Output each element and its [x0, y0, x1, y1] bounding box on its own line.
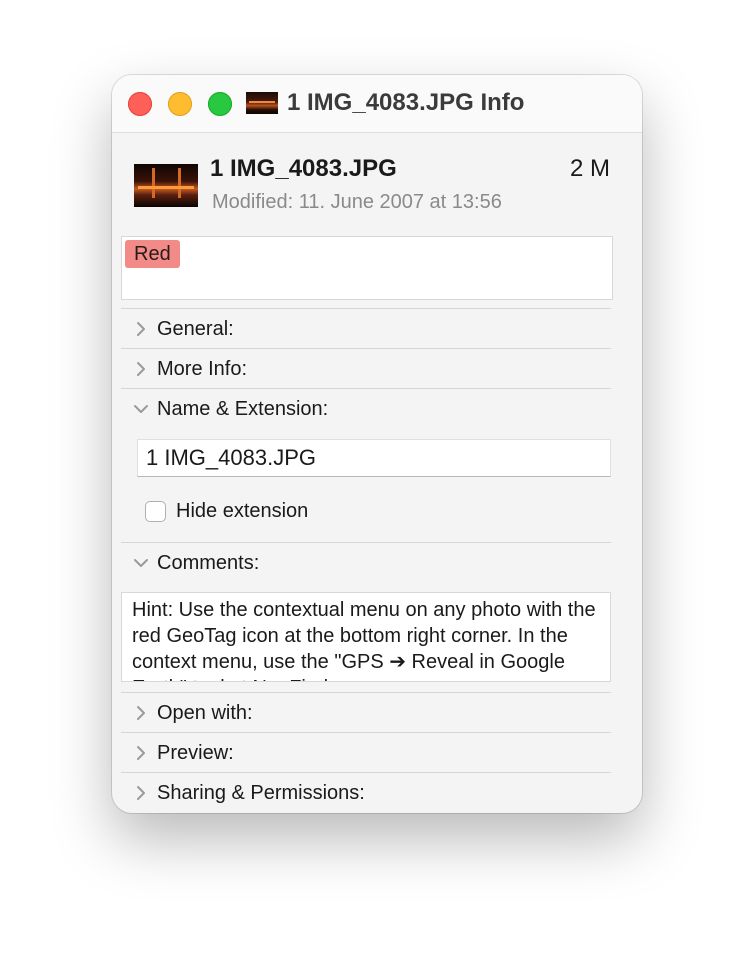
section-sharing-permissions[interactable]: Sharing & Permissions: — [121, 774, 611, 812]
tags-field[interactable]: Red — [121, 236, 613, 300]
file-thumbnail — [134, 164, 198, 207]
section-open-with-label: Open with: — [157, 702, 253, 724]
section-general-label: General: — [157, 318, 234, 340]
section-comments-label: Comments: — [157, 552, 260, 574]
divider — [121, 388, 611, 389]
comments-textarea[interactable]: Hint: Use the contextual menu on any pho… — [121, 592, 611, 682]
chevron-down-icon[interactable] — [132, 554, 150, 572]
zoom-button[interactable] — [208, 92, 232, 116]
window-title: 1 IMG_4083.JPG Info — [287, 89, 525, 116]
section-sharing-label: Sharing & Permissions: — [157, 782, 365, 804]
info-window: 1 IMG_4083.JPG Info 1 IMG_4083.JPG 2 M M… — [112, 75, 642, 813]
section-open-with[interactable]: Open with: — [121, 694, 611, 732]
close-button[interactable] — [128, 92, 152, 116]
chevron-down-icon[interactable] — [132, 400, 150, 418]
section-preview[interactable]: Preview: — [121, 734, 611, 772]
section-general[interactable]: General: — [121, 310, 611, 348]
section-name-extension-label: Name & Extension: — [157, 398, 329, 420]
divider — [121, 308, 611, 309]
hide-extension-checkbox[interactable] — [145, 501, 166, 522]
file-proxy-icon[interactable] — [246, 92, 278, 114]
divider — [121, 348, 611, 349]
chevron-right-icon[interactable] — [132, 744, 150, 762]
chevron-right-icon[interactable] — [132, 320, 150, 338]
section-more-info-label: More Info: — [157, 358, 248, 380]
chevron-right-icon[interactable] — [132, 784, 150, 802]
divider — [121, 542, 611, 543]
file-name: 1 IMG_4083.JPG — [210, 155, 397, 182]
file-size: 2 M — [569, 155, 610, 182]
title-bar[interactable]: 1 IMG_4083.JPG Info — [112, 75, 642, 133]
section-preview-label: Preview: — [157, 742, 234, 764]
file-name-input[interactable] — [137, 439, 611, 477]
modified-date: Modified: 11. June 2007 at 13:56 — [212, 191, 502, 213]
tag-red[interactable]: Red — [125, 240, 180, 268]
divider — [121, 772, 611, 773]
chevron-right-icon[interactable] — [132, 360, 150, 378]
section-more-info[interactable]: More Info: — [121, 350, 611, 388]
chevron-right-icon[interactable] — [132, 704, 150, 722]
hide-extension-label[interactable]: Hide extension — [176, 500, 308, 523]
minimize-button[interactable] — [168, 92, 192, 116]
divider — [121, 692, 611, 693]
divider — [121, 732, 611, 733]
section-comments[interactable]: Comments: — [121, 544, 611, 582]
section-name-extension[interactable]: Name & Extension: — [121, 390, 611, 428]
